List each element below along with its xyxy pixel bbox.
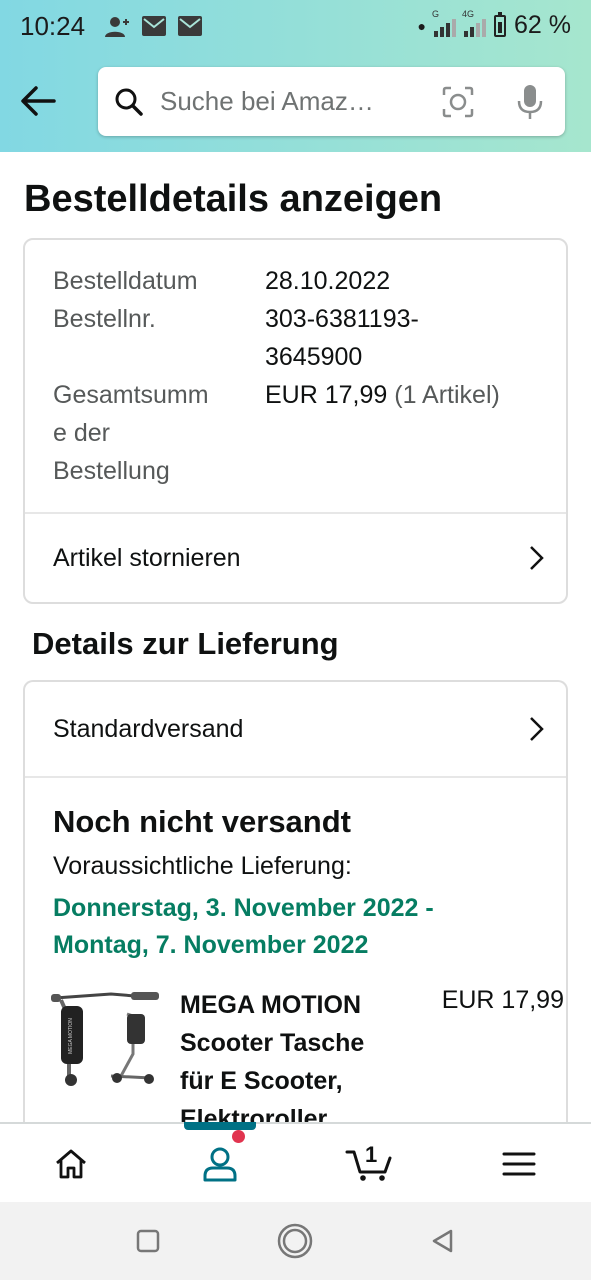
shipping-method-label: Standardversand bbox=[53, 714, 244, 743]
order-total-label-line2: e der bbox=[53, 419, 110, 447]
battery-percent: 62 % bbox=[514, 11, 571, 39]
back-button[interactable] bbox=[430, 1228, 456, 1254]
order-summary-card: Bestelldatum 28.10.2022 Bestellnr. 303-6… bbox=[23, 238, 568, 604]
mail-icon bbox=[178, 16, 202, 36]
status-right: ● G 4G 62 % bbox=[417, 9, 571, 40]
chevron-right-icon bbox=[530, 717, 544, 741]
battery-icon bbox=[494, 11, 507, 37]
menu-icon bbox=[502, 1152, 536, 1176]
expected-delivery-date-line2: Montag, 7. November 2022 bbox=[53, 931, 369, 959]
status-bar: 10:24 ● G 4G 62 % bbox=[0, 0, 591, 52]
shipment-status: Noch nicht versandt bbox=[53, 804, 351, 839]
nav-home[interactable] bbox=[21, 1124, 121, 1204]
product-title-line3: für E Scooter, bbox=[180, 1067, 343, 1095]
notification-icons bbox=[104, 16, 202, 38]
expected-delivery-date: Donnerstag, 3. November 2022 - Montag, 7… bbox=[53, 890, 533, 964]
back-arrow-icon[interactable] bbox=[18, 84, 58, 118]
order-total-value-row: EUR 17,99 (1 Artikel) bbox=[265, 376, 555, 414]
account-icon bbox=[203, 1147, 237, 1182]
order-number-value-line2: 3645900 bbox=[265, 343, 363, 371]
bottom-navigation: 1 bbox=[0, 1122, 591, 1202]
order-total-label-line1: Gesamtsumm bbox=[53, 381, 209, 409]
order-total-label-line3: Bestellung bbox=[53, 457, 170, 485]
signal-4g-icon: 4G bbox=[462, 9, 487, 37]
expected-delivery-label: Voraussichtliche Lieferung: bbox=[53, 852, 352, 880]
status-time: 10:24 bbox=[20, 11, 86, 41]
chevron-right-icon bbox=[530, 546, 544, 570]
order-item-count: (1 Artikel) bbox=[394, 381, 500, 409]
person-add-icon bbox=[105, 17, 129, 37]
product-title-line1: MEGA MOTION bbox=[180, 991, 362, 1019]
product-image[interactable]: MEGA MOTION bbox=[51, 984, 161, 1089]
page-title: Bestelldetails anzeigen bbox=[24, 178, 443, 220]
cancel-items-label: Artikel stornieren bbox=[53, 543, 241, 572]
signal-icon: G bbox=[432, 9, 457, 37]
app-header: 10:24 ● G 4G 62 % Suche bei Amaz… bbox=[0, 0, 591, 152]
product-price: EUR 17,99 bbox=[441, 986, 564, 1014]
divider bbox=[25, 776, 566, 778]
product-title[interactable]: MEGA MOTION Scooter Tasche für E Scooter… bbox=[180, 986, 400, 1122]
order-number-label: Bestellnr. bbox=[53, 305, 156, 333]
order-date-label: Bestelldatum bbox=[53, 267, 198, 295]
dot-icon: ● bbox=[417, 17, 427, 34]
product-title-line2: Scooter Tasche bbox=[180, 1029, 365, 1057]
nav-menu[interactable] bbox=[469, 1124, 569, 1204]
order-number-value-line1: 303-6381193- bbox=[265, 305, 419, 333]
home-icon bbox=[56, 1149, 86, 1179]
recents-button[interactable] bbox=[135, 1228, 161, 1254]
cart-count: 1 bbox=[365, 1142, 378, 1167]
cancel-items-row[interactable]: Artikel stornieren bbox=[25, 514, 566, 602]
system-navigation-bar bbox=[0, 1202, 591, 1280]
product-title-line4: Elektroroller, bbox=[180, 1105, 333, 1122]
shipping-method-row[interactable]: Standardversand bbox=[25, 682, 566, 776]
camera-scan-icon[interactable] bbox=[441, 85, 475, 119]
order-total-value: EUR 17,99 bbox=[265, 381, 388, 409]
notification-badge bbox=[232, 1130, 245, 1143]
expected-delivery-date-line1: Donnerstag, 3. November 2022 - bbox=[53, 894, 434, 922]
search-placeholder: Suche bei Amaz… bbox=[160, 86, 374, 116]
nav-account[interactable] bbox=[170, 1124, 270, 1204]
delivery-card: Standardversand Noch nicht versandt Vora… bbox=[23, 680, 568, 1122]
search-icon bbox=[115, 88, 143, 116]
microphone-icon[interactable] bbox=[515, 83, 545, 121]
product-image-brand: MEGA MOTION bbox=[68, 1018, 74, 1054]
search-input[interactable]: Suche bei Amaz… bbox=[98, 67, 565, 136]
order-date-value: 28.10.2022 bbox=[265, 267, 391, 295]
order-details-content: Bestelldetails anzeigen Bestelldatum 28.… bbox=[0, 152, 591, 1122]
home-button[interactable] bbox=[276, 1222, 314, 1260]
mail-icon bbox=[142, 16, 166, 36]
delivery-section-title: Details zur Lieferung bbox=[32, 626, 339, 661]
